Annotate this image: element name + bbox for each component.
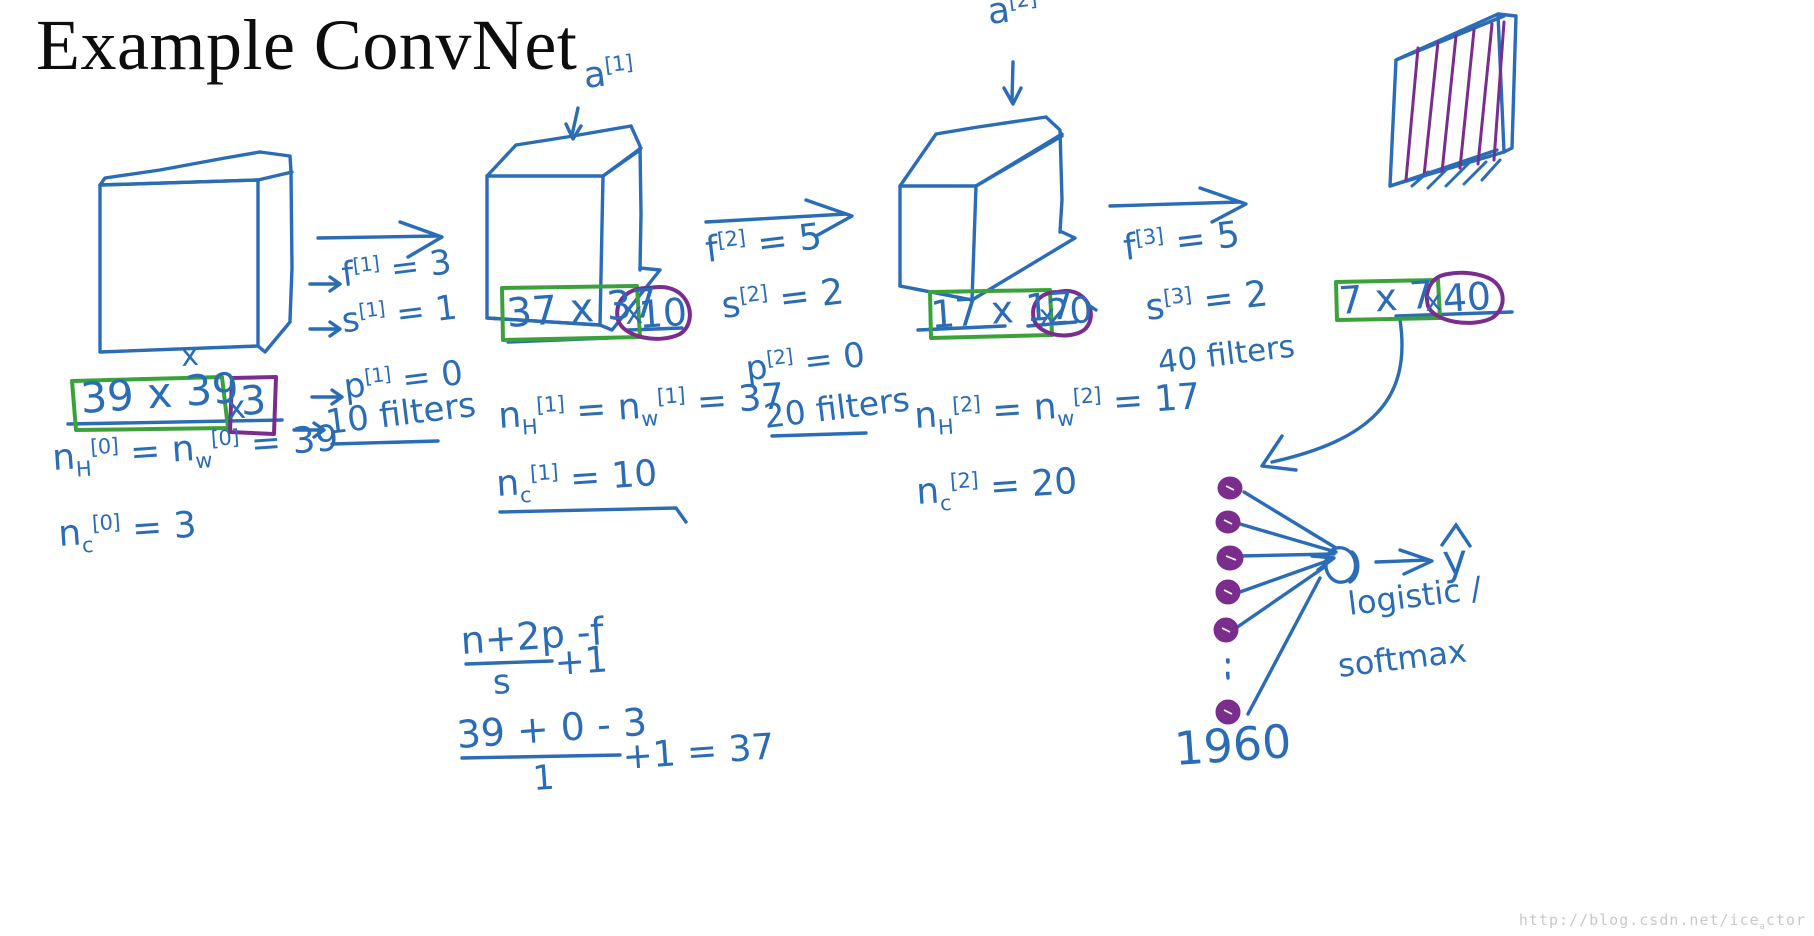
n-hw-layer0: nH[0] = nw[0] = 39 — [50, 418, 340, 482]
page-title: Example ConvNet — [36, 5, 578, 85]
flatten-count: 1960 — [1172, 713, 1294, 776]
formula-denominator-1: s — [491, 661, 512, 703]
channels-box-layer0: 3 — [239, 377, 268, 425]
formula-denominator-2: 1 — [531, 757, 556, 799]
watermark-url: http://blog.csdn.net/iceactor — [1518, 911, 1806, 932]
hyperparam-s-layer1: s[1] = 1 — [339, 287, 460, 342]
hyperparam-f-layer3: f[3] = 5 — [1121, 214, 1243, 269]
prediction-y-hat: y — [1440, 534, 1470, 585]
n-hw-layer1: nH[1] = nw[1] = 37 — [496, 376, 786, 440]
activation-label-layer2: a[2] — [985, 0, 1038, 33]
channels-box-layer2: 20 — [1045, 289, 1094, 334]
hyperparam-filters-layer2: 20 filters — [761, 379, 912, 436]
dim-box-layer0: 39 x 39 — [78, 363, 241, 423]
dim-box-layer3: 7 x 7 — [1337, 272, 1435, 323]
formula-tail-1: +1 — [553, 639, 610, 684]
activation-label-layer1: a[1] — [581, 50, 634, 97]
formula-numerator-2: 39 + 0 - 3 — [455, 699, 649, 757]
hyperparam-p-layer2: p[2] = 0 — [743, 335, 868, 390]
whiteboard-canvas: Example ConvNet x 39 x 39 x 3 nH[0] = nw… — [0, 0, 1814, 936]
n-c-layer0: nc[0] = 3 — [56, 504, 198, 558]
n-hw-layer2: nH[2] = nw[2] = 17 — [912, 376, 1202, 440]
n-c-layer1: nc[1] = 10 — [494, 452, 659, 508]
hyperparam-s-layer2: s[2] = 2 — [719, 271, 847, 327]
channels-box-layer1: 10 — [637, 289, 689, 337]
vertical-dots: : — [1222, 645, 1234, 685]
formula-tail-2: +1 = 37 — [621, 726, 776, 778]
channels-box-layer3: 40 — [1441, 273, 1493, 321]
hyperparam-f-layer1: f[1] = 3 — [339, 242, 454, 296]
hyperparam-f-layer2: f[2] = 5 — [703, 216, 825, 271]
n-c-layer2: nc[2] = 20 — [914, 460, 1079, 516]
hyperparam-filters-layer3: 40 filters — [1155, 328, 1297, 381]
diagram-strokes — [66, 12, 1518, 760]
times-symbol-layer3: x — [1423, 283, 1443, 318]
activation-function-label-2: softmax — [1335, 631, 1469, 685]
hyperparam-s-layer3: s[3] = 2 — [1143, 273, 1271, 329]
